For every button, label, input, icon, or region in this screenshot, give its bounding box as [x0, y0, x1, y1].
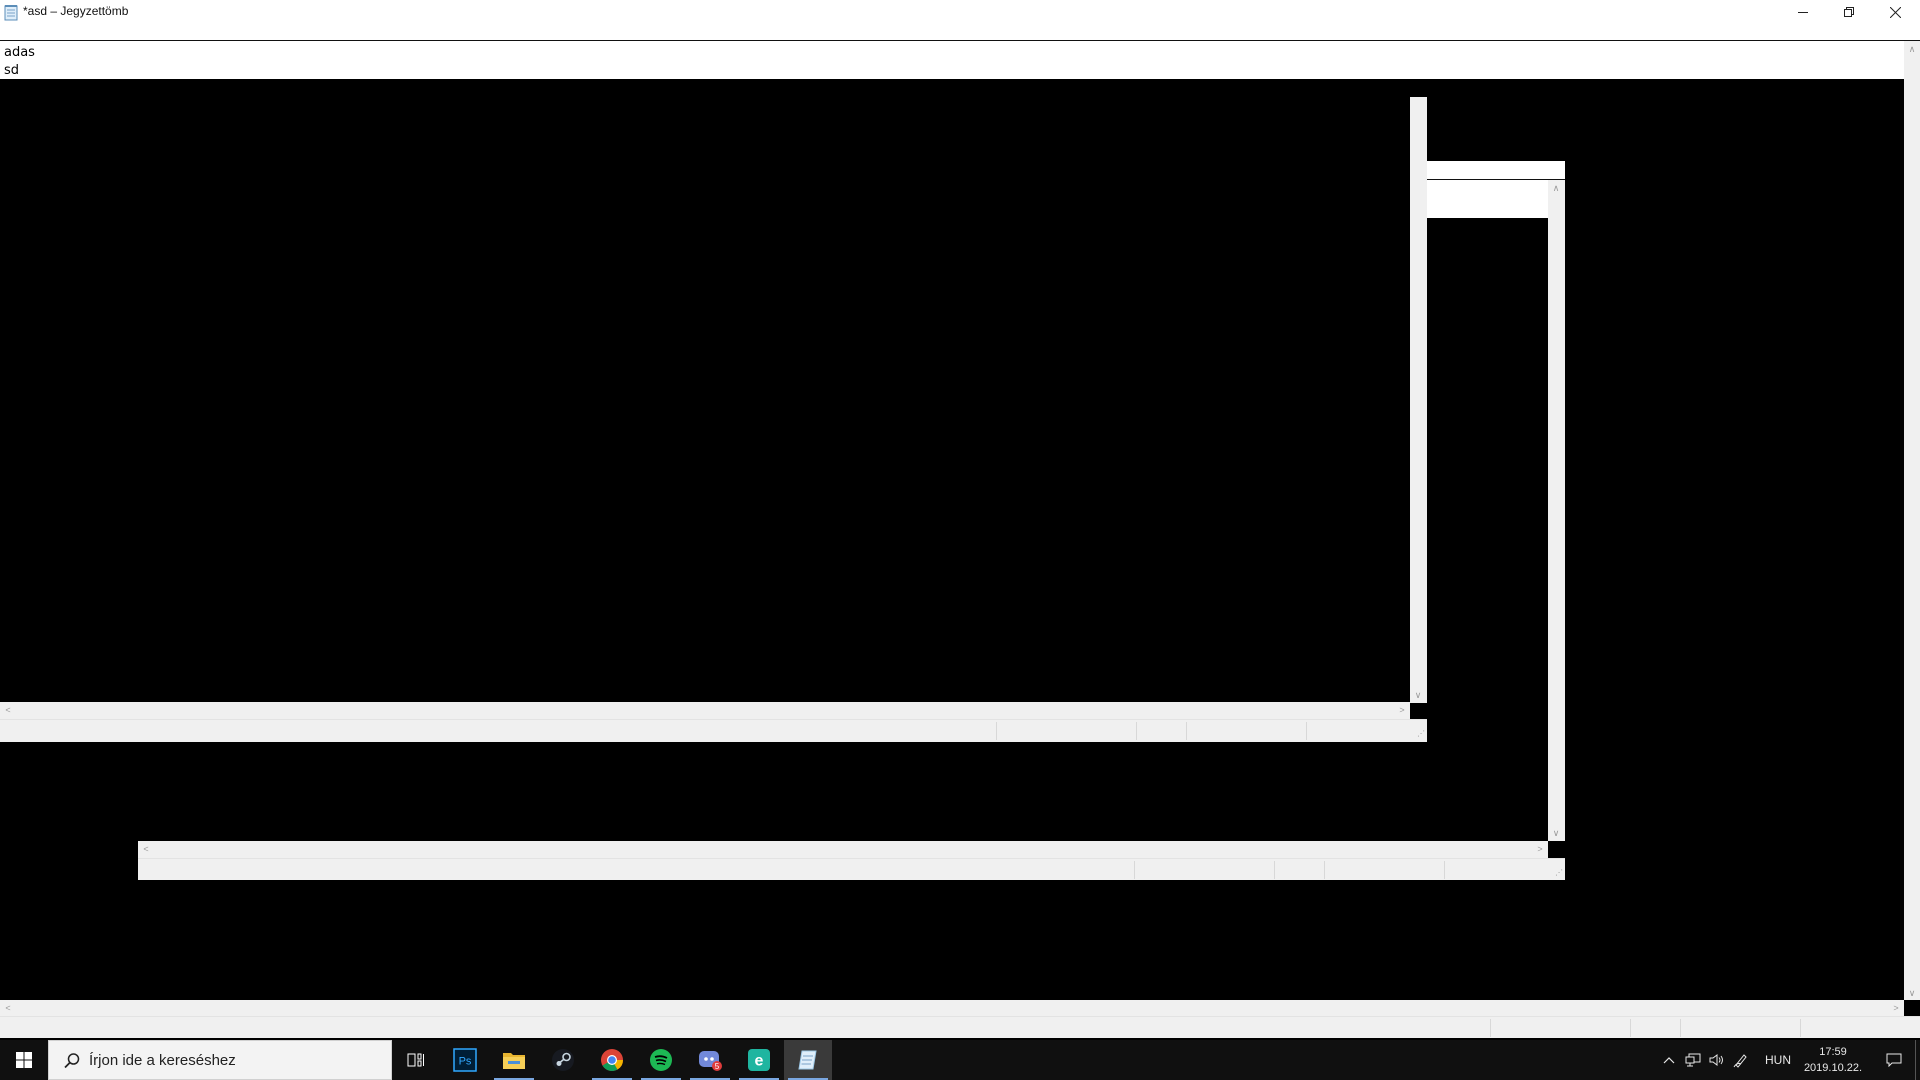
- task-view-button[interactable]: [392, 1040, 440, 1080]
- status-separator: [1490, 1019, 1491, 1037]
- scroll-left-arrow[interactable]: <: [0, 1000, 16, 1016]
- photoshop-icon: Ps: [453, 1048, 477, 1072]
- chrome-icon: [601, 1049, 623, 1071]
- status-bar: [0, 1016, 1920, 1038]
- taskbar: Írjon ide a kereséshez Ps 5 e HUN 17:59 …: [0, 1040, 1920, 1080]
- tray-pen-button[interactable]: [1730, 1040, 1752, 1080]
- ghost-horizontal-scrollbar[interactable]: < >: [138, 841, 1548, 858]
- ghost-title-bar: [1427, 161, 1565, 180]
- restore-button[interactable]: [1826, 0, 1872, 24]
- clock-time: 17:59: [1819, 1046, 1847, 1058]
- status-separator: [1680, 1019, 1681, 1037]
- notepad-icon: [798, 1050, 817, 1070]
- taskbar-app-spotify[interactable]: [637, 1040, 685, 1080]
- taskbar-app-chrome[interactable]: [588, 1040, 636, 1080]
- scroll-down-arrow[interactable]: ∨: [1904, 985, 1920, 1001]
- action-center-button[interactable]: [1872, 1040, 1916, 1080]
- tray-overflow-button[interactable]: [1658, 1040, 1680, 1080]
- taskbar-app-discord[interactable]: 5: [686, 1040, 734, 1080]
- minimize-button[interactable]: [1780, 0, 1826, 24]
- scroll-left-arrow[interactable]: <: [0, 702, 16, 718]
- task-view-icon: [407, 1053, 424, 1067]
- photoshop-label: Ps: [459, 1056, 472, 1068]
- windows-logo-icon: [16, 1052, 32, 1068]
- ghost-vertical-scrollbar[interactable]: ∧ ∨: [1548, 180, 1565, 841]
- scrollbar-corner: [1904, 1000, 1920, 1016]
- scroll-right-arrow[interactable]: >: [1532, 841, 1548, 857]
- scroll-down-arrow[interactable]: ∨: [1410, 687, 1426, 703]
- status-separator: [1134, 861, 1135, 879]
- taskbar-app-e[interactable]: e: [735, 1040, 783, 1080]
- status-separator: [1630, 1019, 1631, 1037]
- steam-icon: [552, 1049, 574, 1071]
- search-icon: [64, 1053, 80, 1069]
- status-separator: [1186, 722, 1187, 740]
- scroll-down-arrow[interactable]: ∨: [1548, 825, 1564, 841]
- tray-volume-button[interactable]: [1706, 1040, 1728, 1080]
- restore-icon: [1844, 7, 1854, 17]
- status-separator: [1274, 861, 1275, 879]
- close-button[interactable]: [1872, 0, 1918, 24]
- ghost-horizontal-scrollbar[interactable]: < >: [0, 702, 1410, 719]
- resize-grip[interactable]: ⋰: [1553, 868, 1563, 878]
- status-separator: [1324, 861, 1325, 879]
- chevron-up-icon: [1663, 1057, 1675, 1064]
- vertical-scrollbar[interactable]: ∧ ∨: [1904, 41, 1920, 1001]
- ghost-status-bar: ⋰: [138, 858, 1565, 880]
- minimize-icon: [1798, 12, 1808, 13]
- spotify-icon: [650, 1049, 672, 1071]
- discord-icon: 5: [699, 1051, 722, 1071]
- scroll-up-arrow[interactable]: ∧: [1548, 180, 1564, 196]
- taskbar-app-steam[interactable]: [539, 1040, 587, 1080]
- start-button[interactable]: [0, 1040, 48, 1080]
- status-separator: [1444, 861, 1445, 879]
- clock-date: 2019.10.22.: [1803, 1062, 1863, 1074]
- search-placeholder: Írjon ide a kereséshez: [89, 1052, 236, 1069]
- window-title: *asd – Jegyzettömb: [23, 4, 129, 18]
- editor-text-area[interactable]: adas sd: [0, 41, 1904, 79]
- close-icon: [1889, 6, 1901, 18]
- ghost-editor-text-area: [1427, 180, 1548, 218]
- status-separator: [1306, 722, 1307, 740]
- ghost-vertical-scrollbar[interactable]: ∨: [1410, 97, 1427, 703]
- notification-icon: [1886, 1053, 1902, 1067]
- notepad-icon: [4, 5, 18, 21]
- status-separator: [1800, 1019, 1801, 1037]
- scroll-left-arrow[interactable]: <: [138, 841, 154, 857]
- e-app-icon: e: [748, 1049, 770, 1071]
- ghost-status-bar: ⋰: [0, 719, 1427, 742]
- scroll-right-arrow[interactable]: >: [1888, 1000, 1904, 1016]
- show-desktop-button[interactable]: [1915, 1040, 1920, 1080]
- horizontal-scrollbar[interactable]: < >: [0, 1000, 1904, 1016]
- status-separator: [1136, 722, 1137, 740]
- volume-icon: [1709, 1054, 1723, 1066]
- e-app-label: e: [755, 1053, 764, 1070]
- taskbar-app-notepad[interactable]: [784, 1040, 832, 1080]
- network-icon: [1685, 1053, 1701, 1067]
- folder-icon: [503, 1053, 525, 1069]
- pen-icon: [1733, 1054, 1747, 1068]
- taskbar-app-photoshop[interactable]: Ps: [441, 1040, 489, 1080]
- tray-network-button[interactable]: [1682, 1040, 1704, 1080]
- taskbar-search-box[interactable]: Írjon ide a kereséshez: [48, 1040, 392, 1080]
- discord-badge: 5: [715, 1062, 720, 1071]
- tray-clock[interactable]: 17:59 2019.10.22.: [1800, 1044, 1866, 1078]
- scroll-right-arrow[interactable]: >: [1394, 702, 1410, 718]
- taskbar-app-file-explorer[interactable]: [490, 1040, 538, 1080]
- title-bar[interactable]: *asd – Jegyzettömb: [0, 0, 1920, 41]
- resize-grip[interactable]: ⋰: [1415, 729, 1425, 739]
- status-separator: [996, 722, 997, 740]
- scroll-up-arrow[interactable]: ∧: [1904, 41, 1920, 57]
- tray-language[interactable]: HUN: [1756, 1040, 1800, 1080]
